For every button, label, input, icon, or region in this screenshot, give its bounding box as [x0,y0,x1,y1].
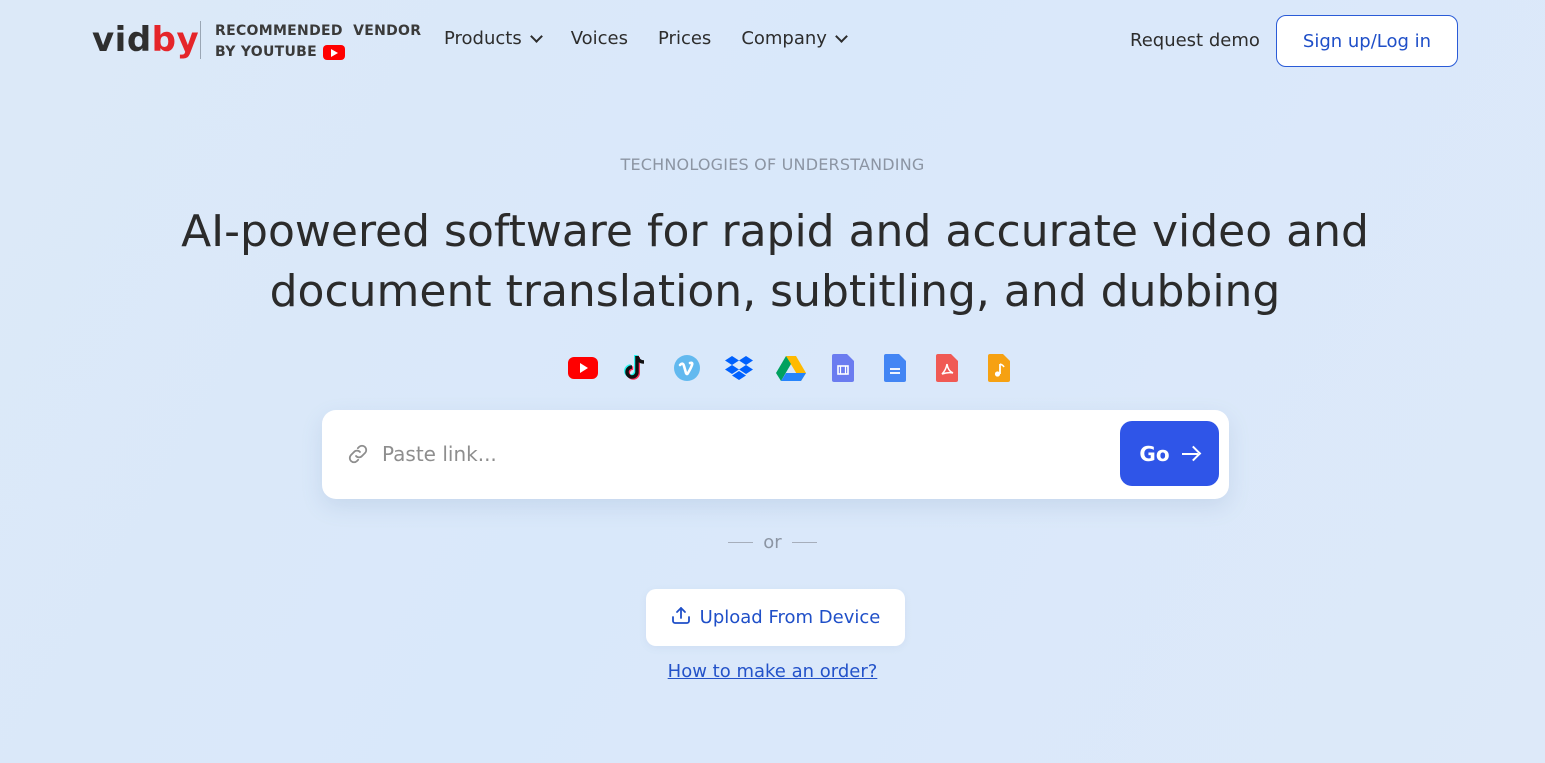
logo-text: vidby [92,20,200,60]
nav-company[interactable]: Company [741,28,848,49]
youtube-icon [568,353,598,383]
youtube-small-icon [322,45,345,60]
hero-headline: AI-powered software for rapid and accura… [181,206,1369,317]
nav-voices[interactable]: Voices [571,28,628,49]
tiktok-icon [620,353,650,383]
request-demo-link[interactable]: Request demo [1130,30,1260,51]
video-file-icon [828,353,858,383]
logo[interactable]: vidby RECOMMENDED VENDOR BY YOUTUBE [92,18,421,62]
pdf-file-icon [932,353,962,383]
vendor-badge: RECOMMENDED VENDOR BY YOUTUBE [215,21,421,63]
paste-link-input[interactable] [382,432,1162,476]
dropbox-icon [724,353,754,383]
arrow-right-icon [1181,447,1200,461]
vimeo-icon [672,353,702,383]
chevron-down-icon [529,30,543,43]
header: vidby RECOMMENDED VENDOR BY YOUTUBE Prod… [0,0,1545,84]
audio-file-icon [984,353,1014,383]
upload-icon [671,605,691,630]
go-button[interactable]: Go [1120,421,1219,486]
signup-login-button[interactable]: Sign up/Log in [1276,15,1458,67]
upload-from-device-button[interactable]: Upload From Device [646,589,905,646]
nav-prices[interactable]: Prices [658,28,711,49]
google-drive-icon [776,353,806,383]
how-to-order-link[interactable]: How to make an order? [0,661,1545,682]
hero-eyebrow: TECHNOLOGIES OF UNDERSTANDING [620,155,925,174]
main-nav: Products Voices Prices Company [444,28,876,49]
supported-sources [568,353,1014,383]
paste-link-box: Go [322,410,1229,499]
logo-divider [200,21,201,59]
or-divider: or [0,532,1545,553]
vendor-line2: BY YOUTUBE [215,44,317,60]
nav-products[interactable]: Products [444,28,543,49]
vendor-line1: RECOMMENDED VENDOR [215,23,422,39]
link-icon [346,442,370,471]
document-file-icon [880,353,910,383]
chevron-down-icon [835,30,848,43]
